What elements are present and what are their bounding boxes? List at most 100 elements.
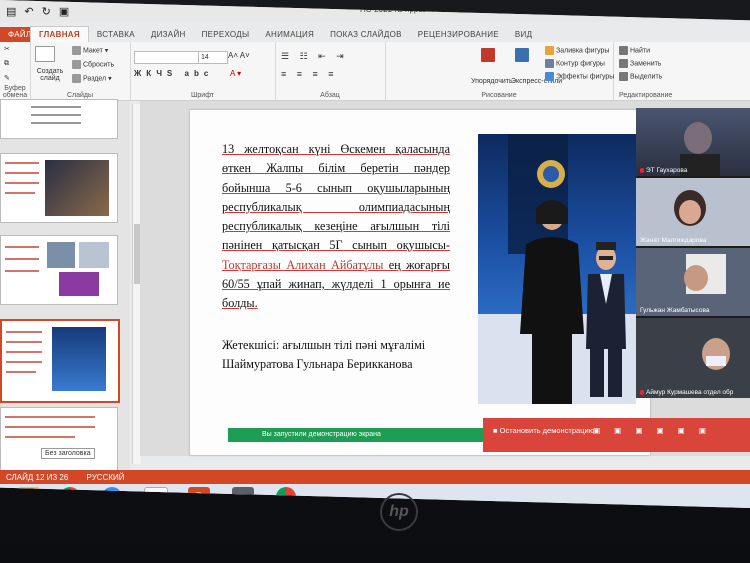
screen-share-notice: Вы запустили демонстрацию экрана bbox=[228, 428, 483, 442]
participant-name: Гульжан Жамбатысова bbox=[640, 307, 710, 314]
cut-icon[interactable]: ✂ bbox=[4, 45, 10, 53]
shape-effects-button[interactable]: Эффекты фигуры bbox=[545, 72, 614, 81]
tab-review[interactable]: РЕЦЕНЗИРОВАНИЕ bbox=[410, 27, 507, 42]
select-button[interactable]: Выделить bbox=[619, 72, 662, 81]
participant-tile[interactable]: Гульжан Жамбатысова bbox=[636, 248, 750, 316]
file-explorer-icon[interactable] bbox=[18, 487, 40, 507]
muted-mic-icon bbox=[640, 389, 644, 395]
window-title: ПС-2021 №4.pptx - PowerPoint bbox=[360, 5, 473, 14]
save-icon[interactable]: ▤ bbox=[6, 5, 16, 18]
tab-home[interactable]: ГЛАВНАЯ bbox=[30, 26, 89, 42]
participant-name: Аймур Курмашева отдел обр bbox=[640, 389, 733, 396]
slide-text-paragraph-1[interactable]: 13 желтоқсан күні Өскемен қаласында өтке… bbox=[222, 140, 450, 314]
participant-video-icon bbox=[680, 122, 720, 176]
arrange-button[interactable]: Упорядочить bbox=[471, 78, 513, 85]
tab-design[interactable]: ДИЗАЙН bbox=[143, 27, 194, 42]
shape-effects-label: Эффекты фигуры bbox=[556, 73, 615, 81]
slides-group-label: Слайды bbox=[66, 92, 94, 99]
replace-button[interactable]: Заменить bbox=[619, 59, 661, 68]
tab-animation[interactable]: АНИМАЦИЯ bbox=[257, 27, 322, 42]
chrome-icon[interactable] bbox=[60, 487, 80, 507]
tab-view[interactable]: ВИД bbox=[507, 27, 540, 42]
shape-outline-label: Контур фигуры bbox=[556, 60, 605, 68]
windows-taskbar: P bbox=[0, 484, 750, 508]
thumbnail-placeholder-label: Без заголовка bbox=[41, 448, 95, 459]
font-group: 14 A˄ A˅ ЖКЧS abc A ▾ Шрифт bbox=[130, 42, 276, 100]
notes-icon[interactable] bbox=[144, 487, 168, 508]
paragraph-group-label: Абзац bbox=[320, 92, 340, 99]
powerpoint-icon[interactable]: P bbox=[188, 487, 210, 507]
photo-scene bbox=[478, 134, 636, 404]
new-slide-button[interactable]: Создать слайд bbox=[34, 68, 66, 82]
share-toolbar-icons[interactable]: ▣ ▣ ▣ ▣ ▣ ▣ bbox=[593, 426, 712, 435]
ribbon-tabs: ФАЙЛ ГЛАВНАЯ ВСТАВКА ДИЗАЙН ПЕРЕХОДЫ АНИ… bbox=[0, 24, 750, 42]
participant-tile[interactable]: Жанат Малгиждарова bbox=[636, 178, 750, 246]
participant-video-icon bbox=[702, 338, 730, 370]
section-button[interactable]: Раздел ▾ bbox=[72, 74, 112, 83]
editing-group: Найти Заменить Выделить Редактирование bbox=[613, 42, 750, 100]
font-name-select[interactable] bbox=[134, 51, 200, 64]
font-format-buttons[interactable]: ЖКЧS abc bbox=[134, 69, 213, 78]
stop-share-label: Остановить демонстрацию bbox=[499, 426, 595, 435]
paragraph-group: ☰ ☷ ⇤ ⇥ ≡ ≡ ≡ ≡ Абзац bbox=[275, 42, 386, 100]
slide-text-run: Тоқтарғазы Алихан Айбатұлы bbox=[222, 257, 384, 272]
chrome-icon[interactable] bbox=[276, 487, 296, 507]
find-label: Найти bbox=[630, 47, 650, 55]
find-button[interactable]: Найти bbox=[619, 46, 650, 55]
participant-video-icon bbox=[684, 254, 726, 294]
slide-text-run: Жетекшісі: ағылшын тілі пәні мұғалімі bbox=[222, 338, 426, 352]
slide-photo[interactable] bbox=[478, 134, 636, 404]
monitor-frame: ▤ ↶ ↻ ▣ ПС-2021 №4.pptx - PowerPoint ФАЙ… bbox=[0, 0, 750, 563]
slide-text-run: 13 желтоқсан күні Өскемен қаласында өтке… bbox=[222, 142, 450, 253]
font-size-select[interactable]: 14 bbox=[198, 51, 228, 64]
layout-button[interactable]: Макет ▾ bbox=[72, 46, 108, 55]
share-control-bar: ■ Остановить демонстрацию ▣ ▣ ▣ ▣ ▣ ▣ bbox=[483, 418, 750, 452]
tab-transitions[interactable]: ПЕРЕХОДЫ bbox=[194, 27, 258, 42]
font-color-icon[interactable]: A ▾ bbox=[230, 69, 241, 78]
clipboard-group-label: Буфер обмена bbox=[2, 85, 28, 99]
ribbon: ✂ ⧉ ✎ Буфер обмена Создать слайд Макет ▾… bbox=[0, 42, 750, 101]
stop-share-button[interactable]: ■ Остановить демонстрацию bbox=[493, 426, 594, 435]
tab-slideshow[interactable]: ПОКАЗ СЛАЙДОВ bbox=[322, 27, 410, 42]
select-label: Выделить bbox=[630, 73, 663, 81]
font-grow-icon[interactable]: A˄ A˅ bbox=[228, 51, 250, 60]
editing-group-label: Редактирование bbox=[619, 92, 673, 99]
tab-file[interactable]: ФАЙЛ bbox=[0, 27, 31, 42]
clipboard-group: ✂ ⧉ ✎ Буфер обмена bbox=[0, 42, 31, 100]
participant-tile[interactable]: ЭТ Гаухарова bbox=[636, 108, 750, 176]
format-painter-icon[interactable]: ✎ bbox=[4, 74, 10, 82]
slide-text-paragraph-2[interactable]: Жетекшісі: ағылшын тілі пәні мұғалімі Ша… bbox=[222, 336, 450, 375]
slide-text-run: Шаймуратова Гульнара Берикканова bbox=[222, 357, 413, 372]
shape-fill-button[interactable]: Заливка фигуры bbox=[545, 46, 609, 55]
align-buttons-icon[interactable]: ≡ ≡ ≡ ≡ bbox=[281, 69, 338, 79]
new-slide-icon[interactable] bbox=[35, 46, 57, 62]
participant-name: Жанат Малгиждарова bbox=[640, 237, 707, 244]
muted-mic-icon bbox=[640, 167, 644, 173]
reset-label: Сбросить bbox=[83, 61, 115, 69]
reset-button[interactable]: Сбросить bbox=[72, 60, 114, 69]
slide-thumbnail[interactable] bbox=[0, 235, 118, 305]
participant-name: ЭТ Гаухарова bbox=[640, 167, 687, 174]
hp-logo: hp bbox=[380, 493, 418, 531]
participant-tile[interactable]: Аймур Курмашева отдел обр bbox=[636, 318, 750, 398]
slide-thumbnail-current[interactable] bbox=[0, 319, 120, 403]
camera-icon[interactable] bbox=[232, 487, 254, 507]
undo-icon[interactable]: ↶ bbox=[24, 5, 33, 18]
shape-fill-label: Заливка фигуры bbox=[556, 47, 610, 55]
tab-insert[interactable]: ВСТАВКА bbox=[89, 27, 143, 42]
quick-styles-icon[interactable] bbox=[515, 48, 531, 62]
start-slideshow-icon[interactable]: ▣ bbox=[59, 5, 69, 18]
quick-access-toolbar: ▤ ↶ ↻ ▣ bbox=[6, 5, 69, 18]
list-buttons-icon[interactable]: ☰ ☷ ⇤ ⇥ bbox=[281, 51, 348, 62]
slide-thumbnail[interactable]: Без заголовка bbox=[0, 407, 118, 471]
arrange-icon[interactable] bbox=[481, 48, 497, 62]
screen: ▤ ↶ ↻ ▣ ПС-2021 №4.pptx - PowerPoint ФАЙ… bbox=[0, 0, 750, 508]
participant-video-icon bbox=[674, 190, 706, 226]
slide-thumbnail[interactable] bbox=[0, 99, 118, 139]
redo-icon[interactable]: ↻ bbox=[42, 5, 51, 18]
font-group-label: Шрифт bbox=[190, 92, 215, 99]
zoom-icon[interactable] bbox=[102, 487, 122, 507]
slide-thumbnail[interactable] bbox=[0, 153, 118, 223]
shape-outline-button[interactable]: Контур фигуры bbox=[545, 59, 605, 68]
copy-icon[interactable]: ⧉ bbox=[4, 60, 9, 68]
